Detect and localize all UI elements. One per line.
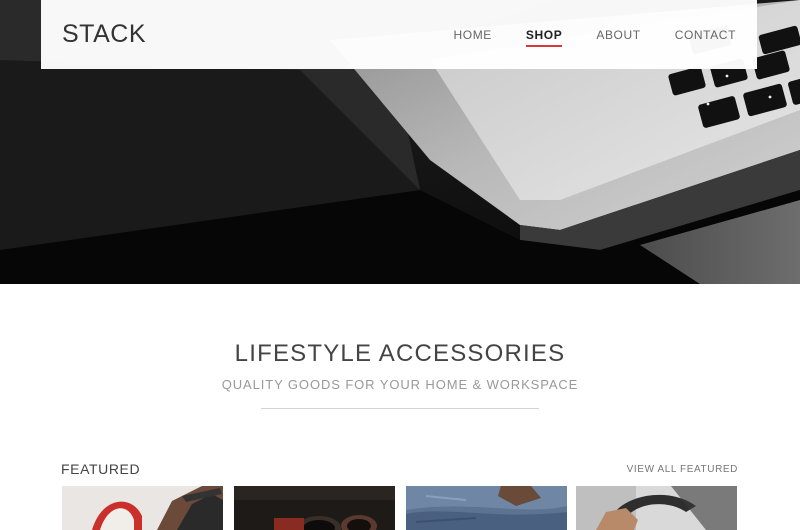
product-card-3[interactable] [406, 486, 567, 530]
section-header: LIFESTYLE ACCESSORIES QUALITY GOODS FOR … [0, 340, 800, 392]
section-subtitle: QUALITY GOODS FOR YOUR HOME & WORKSPACE [221, 377, 579, 392]
product-photo-2 [234, 486, 395, 530]
featured-products-row [62, 486, 737, 530]
main-menu: HOME SHOP ABOUT CONTACT [420, 0, 736, 69]
section-divider [261, 408, 539, 409]
product-card-4[interactable] [576, 486, 737, 530]
product-photo-1 [62, 486, 223, 530]
nav-item-contact[interactable]: CONTACT [675, 28, 736, 42]
site-logo[interactable]: STACK [62, 20, 146, 49]
top-nav-bar: STACK HOME SHOP ABOUT CONTACT [41, 0, 757, 69]
product-card-1[interactable] [62, 486, 223, 530]
nav-item-shop[interactable]: SHOP [525, 28, 563, 47]
product-photo-3 [406, 486, 567, 530]
nav-item-home[interactable]: HOME [454, 28, 492, 42]
view-all-featured-link[interactable]: VIEW ALL FEATURED [627, 464, 738, 475]
product-photo-4 [576, 486, 737, 530]
section-title: LIFESTYLE ACCESSORIES [234, 340, 566, 367]
featured-heading: FEATURED [61, 461, 141, 477]
product-card-2[interactable] [234, 486, 395, 530]
nav-item-about[interactable]: ABOUT [596, 28, 640, 42]
